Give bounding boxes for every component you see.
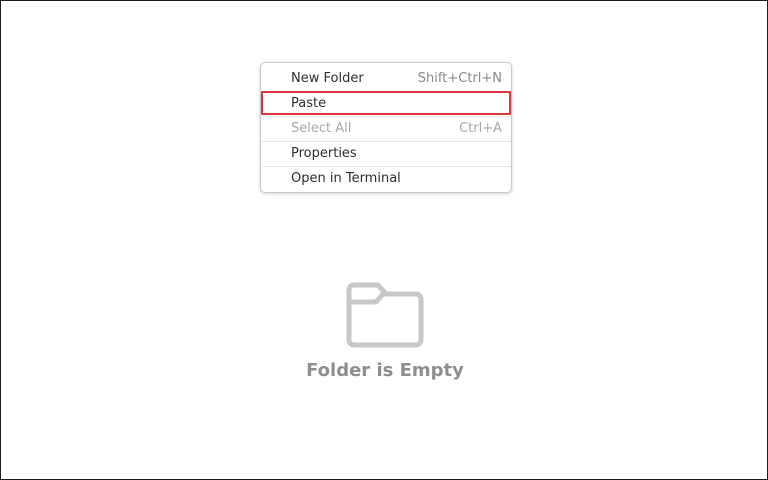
menu-item-label: Select All xyxy=(291,121,352,136)
menu-item-paste[interactable]: Paste xyxy=(261,91,511,115)
menu-item-shortcut: Ctrl+A xyxy=(459,121,502,136)
menu-item-shortcut: Shift+Ctrl+N xyxy=(417,70,502,86)
menu-item-properties[interactable]: Properties xyxy=(261,141,511,165)
context-menu: New Folder Shift+Ctrl+N Paste Select All… xyxy=(260,62,512,193)
menu-item-select-all[interactable]: Select All Ctrl+A xyxy=(261,116,511,140)
menu-item-open-in-terminal[interactable]: Open in Terminal xyxy=(261,166,511,190)
menu-item-label: Properties xyxy=(291,146,357,161)
menu-item-label: Paste xyxy=(291,95,327,111)
menu-item-label: Open in Terminal xyxy=(291,171,401,186)
menu-item-new-folder[interactable]: New Folder Shift+Ctrl+N xyxy=(261,66,511,90)
empty-state: Folder is Empty xyxy=(1,282,768,381)
folder-icon xyxy=(346,282,424,348)
file-manager-view[interactable]: New Folder Shift+Ctrl+N Paste Select All… xyxy=(0,0,768,480)
empty-folder-message: Folder is Empty xyxy=(306,360,464,381)
menu-item-label: New Folder xyxy=(291,70,364,86)
